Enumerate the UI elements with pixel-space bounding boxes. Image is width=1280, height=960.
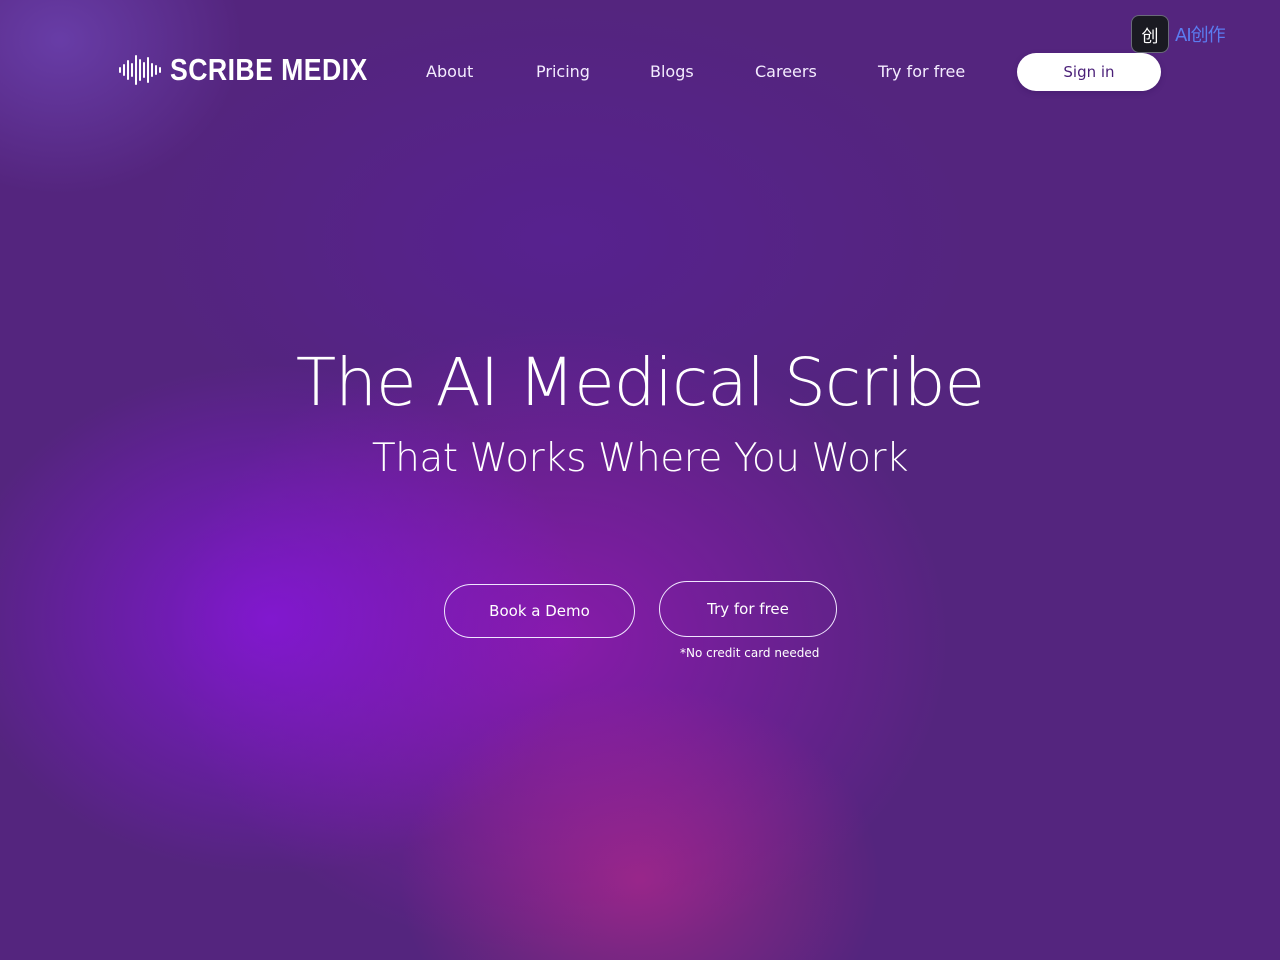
badge-label: AI创作 [1175, 25, 1226, 46]
nav-blogs[interactable]: Blogs [650, 62, 694, 81]
book-demo-button[interactable]: Book a Demo [444, 584, 635, 638]
no-credit-card-note: *No credit card needed [680, 646, 820, 660]
ai-creation-badge[interactable]: 创 AI创作 [1131, 15, 1226, 53]
sign-in-button[interactable]: Sign in [1017, 53, 1161, 91]
sign-in-label: Sign in [1063, 63, 1115, 81]
hero-title: The AI Medical Scribe [295, 344, 985, 421]
ai-creation-app-icon: 创 [1131, 15, 1169, 53]
hero-subtitle: That Works Where You Work [371, 436, 909, 481]
nav-about[interactable]: About [426, 62, 473, 81]
nav-careers[interactable]: Careers [755, 62, 817, 81]
nav-try-for-free[interactable]: Try for free [878, 62, 965, 81]
nav-pricing[interactable]: Pricing [536, 62, 590, 81]
try-for-free-label: Try for free [707, 600, 789, 618]
book-demo-label: Book a Demo [489, 602, 590, 620]
try-for-free-button[interactable]: Try for free [659, 581, 837, 637]
